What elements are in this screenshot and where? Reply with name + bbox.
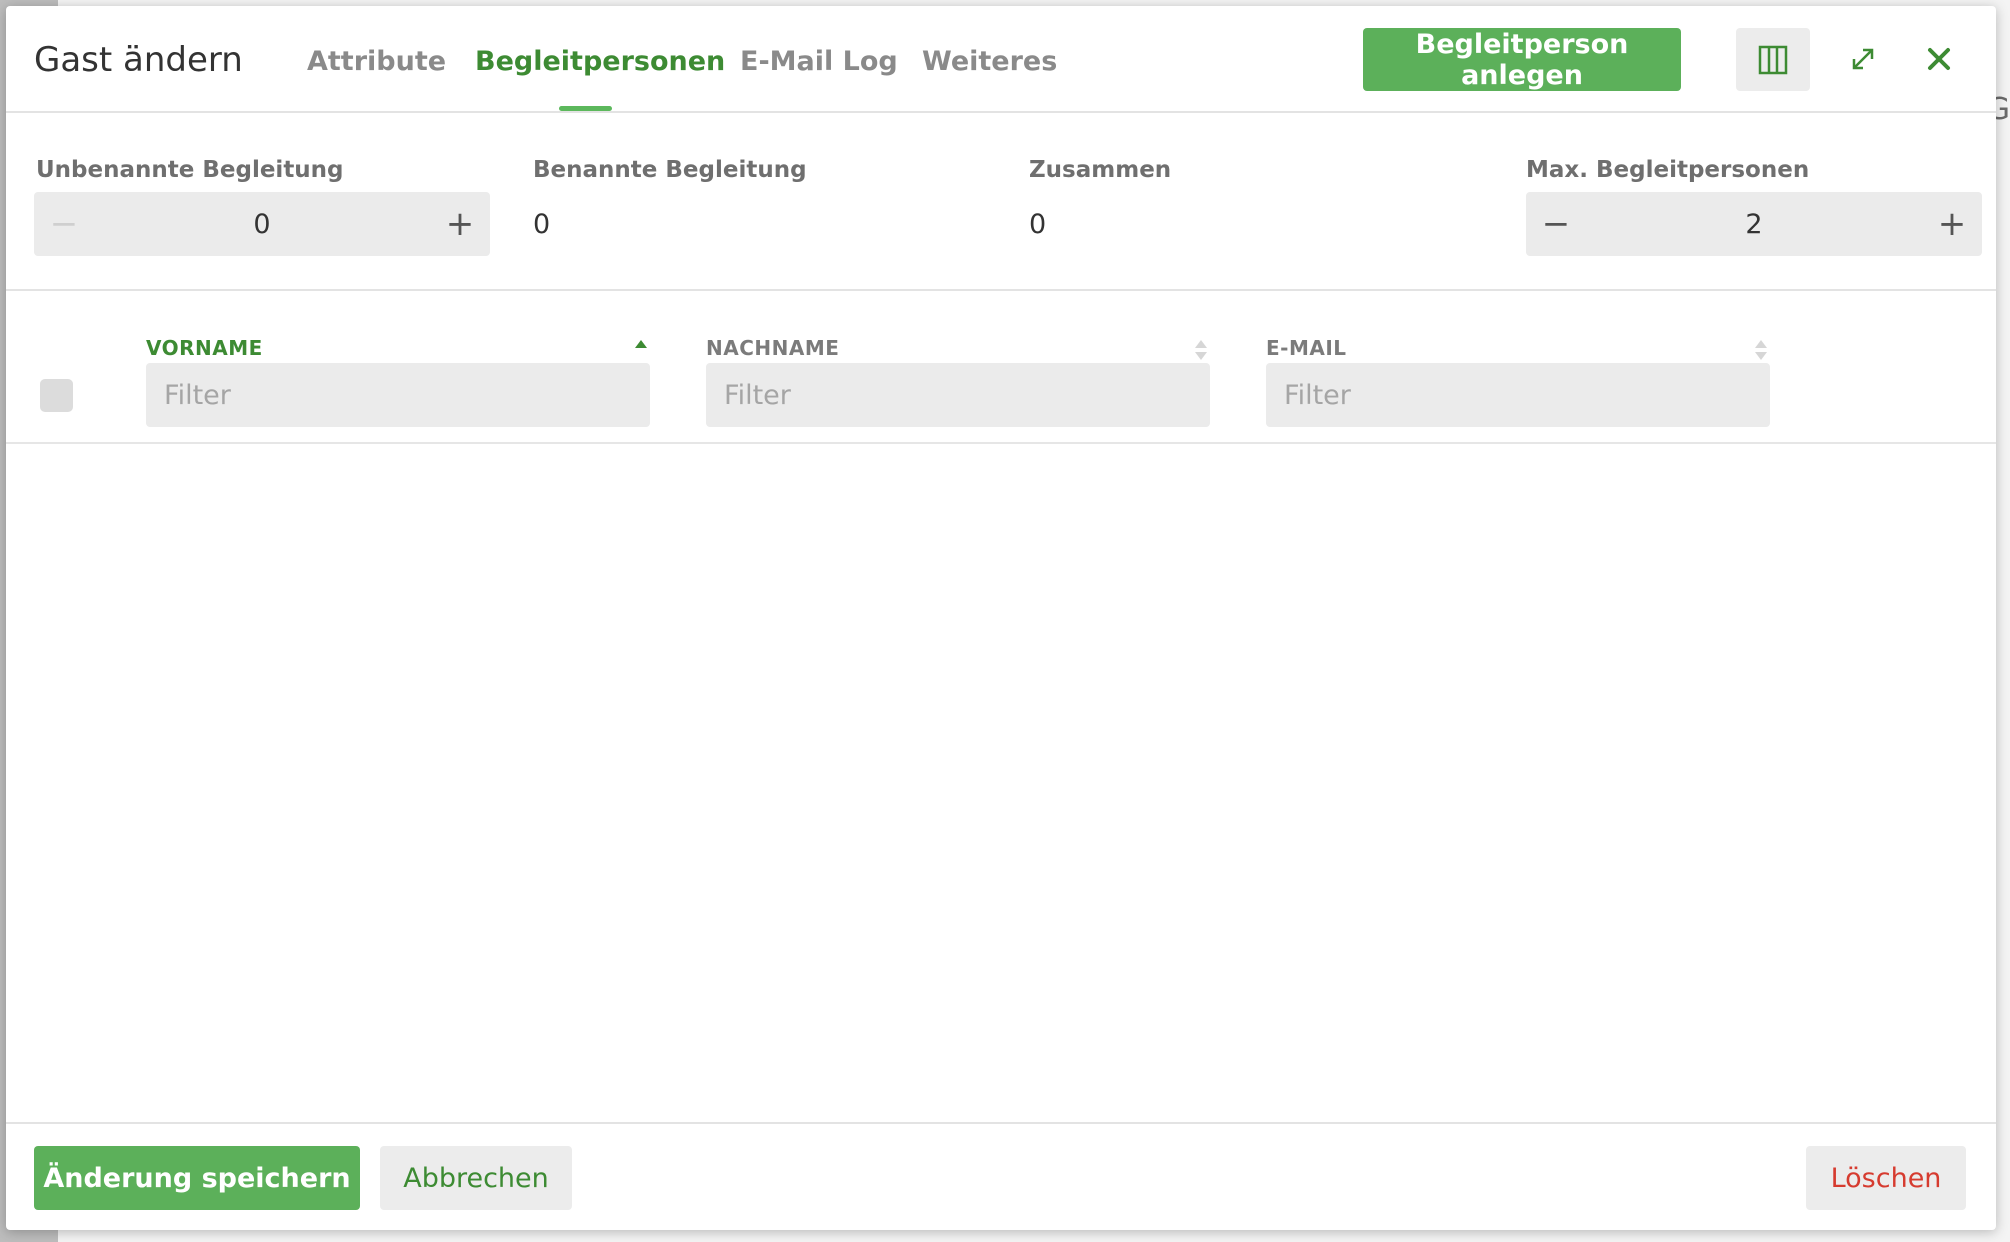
unnamed-companions-stepper: − 0 + (34, 192, 490, 256)
column-header-nachname[interactable]: NACHNAME (706, 336, 839, 360)
dialog-footer: Änderung speichern Abbrechen Löschen (6, 1122, 1996, 1230)
sort-asc-icon[interactable] (634, 337, 648, 363)
columns-button[interactable] (1736, 28, 1810, 91)
named-companions-value: 0 (533, 209, 551, 240)
column-header-email[interactable]: E-MAIL (1266, 336, 1347, 360)
close-icon (1928, 48, 1950, 70)
tab-attribute[interactable]: Attribute (307, 46, 446, 77)
tab-begleitpersonen[interactable]: Begleitpersonen (475, 46, 725, 77)
unnamed-companions-value[interactable]: 0 (94, 192, 430, 256)
tab-weiteres[interactable]: Weiteres (922, 46, 1057, 77)
cancel-button[interactable]: Abbrechen (380, 1146, 572, 1210)
columns-icon (1758, 45, 1788, 74)
total-companions-value: 0 (1029, 209, 1047, 240)
edit-guest-dialog: Gast ändern Attribute Begleitpersonen E-… (6, 6, 1996, 1230)
tab-email-log[interactable]: E-Mail Log (740, 46, 898, 77)
column-header-vorname[interactable]: VORNAME (146, 336, 263, 360)
filter-email-input[interactable] (1266, 363, 1770, 427)
expand-icon (1852, 48, 1874, 70)
delete-button[interactable]: Löschen (1806, 1146, 1966, 1210)
active-tab-indicator (559, 106, 612, 111)
decrement-button[interactable]: − (34, 192, 94, 256)
filter-nachname-input[interactable] (706, 363, 1210, 427)
dialog-title: Gast ändern (34, 40, 243, 80)
max-companions-label: Max. Begleitpersonen (1526, 157, 1810, 183)
increment-button[interactable]: + (430, 192, 490, 256)
decrement-button[interactable]: − (1526, 192, 1586, 256)
expand-button[interactable] (1840, 36, 1886, 82)
add-companion-button[interactable]: Begleitperson anlegen (1363, 28, 1681, 91)
dialog-header: Gast ändern Attribute Begleitpersonen E-… (6, 6, 1996, 113)
sort-icon[interactable] (1754, 337, 1768, 363)
sort-icon[interactable] (1194, 337, 1208, 363)
max-companions-value[interactable]: 2 (1586, 192, 1922, 256)
unnamed-companions-label: Unbenannte Begleitung (36, 157, 344, 183)
select-all-checkbox[interactable] (40, 379, 73, 412)
companions-table-header: VORNAME NACHNAME E-MAIL (6, 293, 1996, 444)
save-button[interactable]: Änderung speichern (34, 1146, 360, 1210)
named-companions-label: Benannte Begleitung (533, 157, 807, 183)
increment-button[interactable]: + (1922, 192, 1982, 256)
companion-counters: Unbenannte Begleitung − 0 + Benannte Beg… (6, 113, 1996, 291)
max-companions-stepper: − 2 + (1526, 192, 1982, 256)
close-button[interactable] (1916, 36, 1962, 82)
total-companions-label: Zusammen (1029, 157, 1172, 183)
filter-vorname-input[interactable] (146, 363, 650, 427)
